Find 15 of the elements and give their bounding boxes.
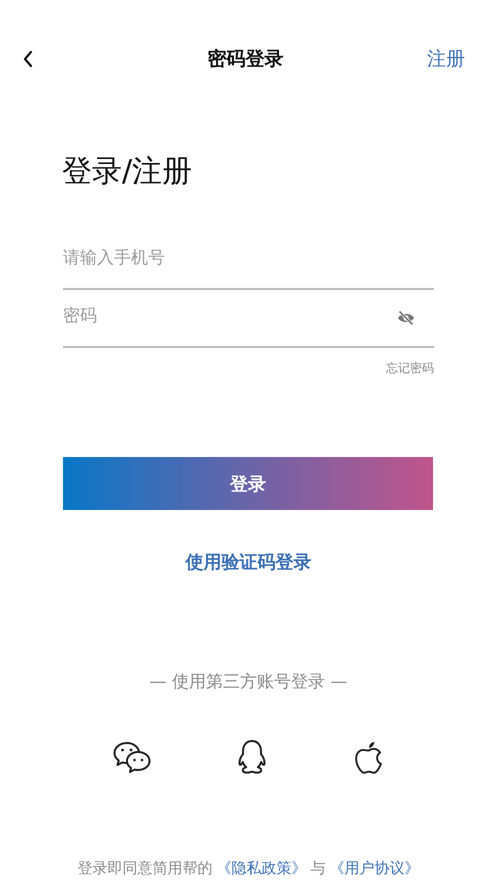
page-title: 密码登录 [208, 47, 284, 72]
eye-off-icon[interactable] [396, 308, 416, 328]
register-link[interactable]: 注册 [427, 46, 465, 72]
sms-login-link[interactable]: 使用验证码登录 [186, 550, 312, 574]
agreement-text: 登录即同意简用帮的 [78, 859, 212, 878]
third-party-label: — 使用第三方账号登录 — [150, 671, 348, 693]
password-field[interactable]: 密码 [63, 306, 396, 326]
agreement-text: 与 [310, 859, 326, 878]
back-icon[interactable] [22, 49, 34, 69]
agreement-link[interactable]: 《用户协议》 [330, 859, 420, 878]
phone-field[interactable]: 请输入手机号 [63, 248, 434, 268]
login-button[interactable]: 登录 [63, 457, 433, 510]
forgot-password-link[interactable]: 忘记密码 [386, 360, 434, 377]
heading: 登录/注册 [62, 153, 194, 191]
agreement-link[interactable]: 《隐私政策》 [216, 859, 306, 878]
